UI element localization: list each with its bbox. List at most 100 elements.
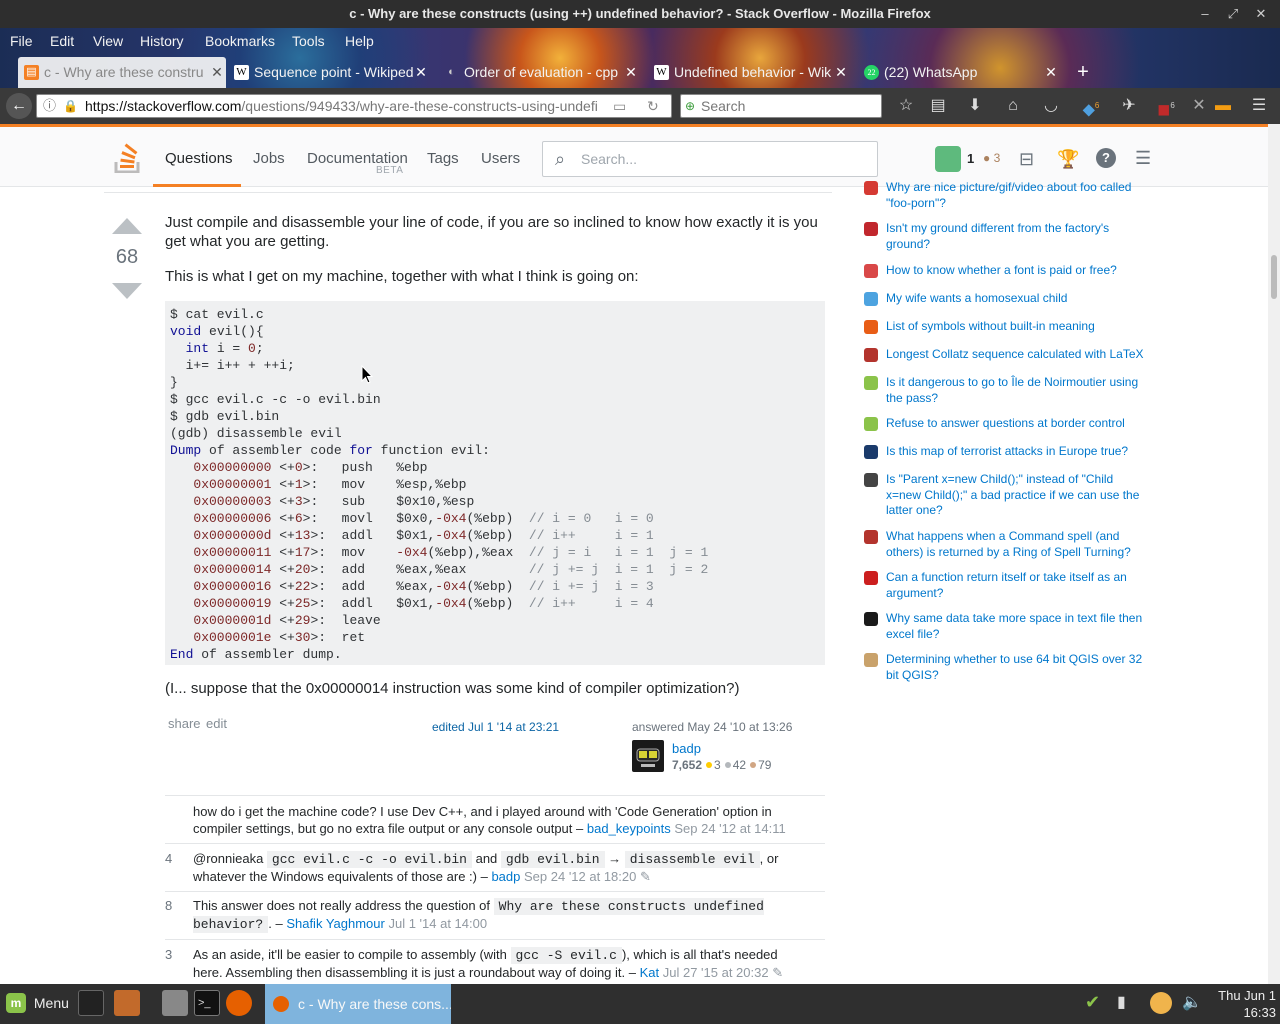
- user-avatar[interactable]: [935, 146, 961, 172]
- so-nav-users[interactable]: Users: [481, 150, 520, 167]
- stackoverflow-favicon: ▤: [24, 65, 39, 80]
- url-bar[interactable]: ⓘ 🔒 https://stackoverflow.com/questions/…: [36, 94, 672, 118]
- tab-order-of-evaluation[interactable]: ◐ Order of evaluation - cpp ✕: [438, 57, 640, 88]
- files-icon[interactable]: [162, 990, 188, 1016]
- search-bar[interactable]: ⊕ Search: [680, 94, 882, 118]
- inbox-icon[interactable]: ⊟: [1019, 149, 1034, 170]
- close-icon[interactable]: ✕: [1246, 0, 1276, 28]
- taskbar-window-firefox[interactable]: c - Why are these cons...: [265, 984, 451, 1024]
- hot-question-title: Why are nice picture/gif/video about foo…: [886, 180, 1132, 210]
- firefox-icon[interactable]: [226, 990, 252, 1016]
- update-shield-icon[interactable]: ✔: [1085, 992, 1107, 1014]
- clock[interactable]: Thu Jun 1 16:33: [1216, 987, 1276, 1021]
- vote-down-arrow-icon[interactable]: [112, 283, 142, 299]
- reader-view-icon[interactable]: ▭: [613, 95, 626, 117]
- menu-edit[interactable]: Edit: [50, 33, 74, 49]
- flag-india-icon[interactable]: ▬: [1212, 96, 1234, 116]
- page-scrollbar-thumb[interactable]: [1271, 255, 1277, 299]
- menu-tools[interactable]: Tools: [292, 33, 325, 49]
- search-placeholder: Search: [701, 98, 746, 114]
- answerer-avatar[interactable]: [632, 740, 664, 772]
- so-nav-jobs[interactable]: Jobs: [253, 150, 285, 167]
- gis-site-icon: [864, 653, 878, 667]
- vote-count: 68: [115, 246, 139, 268]
- stackoverflow-logo-icon[interactable]: [114, 143, 142, 173]
- menu-view[interactable]: View: [93, 33, 123, 49]
- downloads-icon[interactable]: ⬇: [964, 96, 986, 116]
- close-tab-icon[interactable]: ✕: [414, 57, 428, 88]
- comment-user[interactable]: bad_keypoints: [587, 821, 671, 836]
- tab-undefined-behavior[interactable]: W Undefined behavior - Wik ✕: [648, 57, 850, 88]
- edited-link[interactable]: edited Jul 1 '14 at 23:21: [432, 720, 559, 734]
- close-tab-icon[interactable]: ✕: [1044, 57, 1058, 88]
- url-text[interactable]: https://stackoverflow.com/questions/9494…: [85, 95, 597, 117]
- share-link[interactable]: share: [168, 716, 201, 731]
- vote-up-arrow-icon[interactable]: [112, 218, 142, 234]
- parenting-site-icon: [864, 292, 878, 306]
- extension-icon[interactable]: ✈: [1118, 96, 1140, 116]
- menu-file[interactable]: File: [10, 33, 33, 49]
- comment-user[interactable]: badp: [491, 869, 520, 884]
- comment-user[interactable]: Shafik Yaghmour: [286, 916, 385, 931]
- comment-date[interactable]: Sep 24 '12 at 18:20: [524, 869, 636, 884]
- reading-list-icon[interactable]: ▤: [927, 96, 949, 116]
- site-switcher-icon[interactable]: ☰: [1135, 148, 1151, 169]
- bookmark-star-icon[interactable]: ☆: [895, 96, 917, 116]
- comment-date[interactable]: Sep 24 '12 at 14:11: [674, 821, 785, 836]
- english-site-icon: [864, 181, 878, 195]
- minimize-icon[interactable]: –: [1190, 0, 1220, 28]
- comment: As an aside, it'll be easier to compile …: [193, 947, 784, 980]
- travel-site-icon: [864, 417, 878, 431]
- menu-help[interactable]: Help: [345, 33, 374, 49]
- code-listing: $ cat evil.c void evil(){ int i = 0; i+=…: [170, 307, 709, 662]
- start-menu-button[interactable]: m Menu: [6, 993, 69, 1013]
- back-button[interactable]: ←: [6, 93, 32, 119]
- hot-question-title: Longest Collatz sequence calculated with…: [886, 347, 1144, 361]
- hot-question-title: Can a function return itself or take its…: [886, 570, 1127, 600]
- so-search-input[interactable]: ⌕ Search...: [542, 141, 878, 177]
- home-icon[interactable]: ⌂: [1002, 96, 1024, 116]
- help-icon[interactable]: ?: [1096, 148, 1116, 168]
- close-tab-icon[interactable]: ✕: [834, 57, 848, 88]
- info-icon[interactable]: ⓘ: [43, 95, 56, 117]
- clock-date: Thu Jun 1: [1218, 988, 1276, 1003]
- tab-sequence-point[interactable]: W Sequence point - Wikiped ✕: [228, 57, 430, 88]
- menu-history[interactable]: History: [140, 33, 184, 49]
- network-icon[interactable]: ▮: [1117, 992, 1139, 1014]
- comment-score: 4: [165, 851, 173, 866]
- search-icon: ⌕: [555, 149, 566, 169]
- ublock-icon[interactable]: ◼6: [1155, 96, 1177, 118]
- rpg-site-icon: [864, 530, 878, 544]
- file-manager-icon[interactable]: [114, 990, 140, 1016]
- page-scrollbar[interactable]: [1268, 124, 1280, 984]
- edit-link[interactable]: edit: [206, 716, 227, 731]
- menu-label: Menu: [33, 995, 69, 1011]
- comment-user[interactable]: Kat: [640, 965, 660, 980]
- firefox-window-icon: [273, 996, 289, 1012]
- system-monitor-icon[interactable]: [78, 990, 104, 1016]
- achievements-icon[interactable]: 🏆: [1057, 149, 1079, 170]
- restore-icon[interactable]: ⤢: [1218, 0, 1248, 28]
- close-tab-icon[interactable]: ✕: [624, 57, 638, 88]
- tab-label: Sequence point - Wikiped: [254, 64, 414, 80]
- addon-icon[interactable]: ◆6: [1080, 96, 1102, 118]
- comment-date[interactable]: Jul 27 '15 at 20:32: [663, 965, 769, 980]
- pocket-icon[interactable]: ◡: [1040, 96, 1062, 116]
- answerer-name[interactable]: badp: [672, 741, 701, 756]
- reload-icon[interactable]: ↻: [647, 95, 659, 117]
- so-nav-questions[interactable]: Questions: [165, 150, 233, 167]
- terminal-icon[interactable]: >_: [194, 990, 220, 1016]
- so-nav-tags[interactable]: Tags: [427, 150, 459, 167]
- weather-icon[interactable]: [1150, 992, 1172, 1014]
- hamburger-menu-icon[interactable]: ☰: [1248, 96, 1270, 116]
- navigation-toolbar: ← ⓘ 🔒 https://stackoverflow.com/question…: [0, 88, 1280, 124]
- volume-icon[interactable]: 🔈: [1182, 992, 1204, 1014]
- menu-bookmarks[interactable]: Bookmarks: [205, 33, 275, 49]
- new-tab-button[interactable]: +: [1072, 60, 1094, 84]
- comment-date[interactable]: Jul 1 '14 at 14:00: [388, 916, 487, 931]
- x-extension-icon[interactable]: ✕: [1188, 96, 1210, 116]
- close-tab-icon[interactable]: ✕: [210, 57, 224, 88]
- tab-whatsapp[interactable]: 22 (22) WhatsApp ✕: [858, 57, 1060, 88]
- tab-stackoverflow[interactable]: ▤ c - Why are these constru ✕: [18, 57, 226, 88]
- answer-paragraph: (I... suppose that the 0x00000014 instru…: [165, 680, 740, 697]
